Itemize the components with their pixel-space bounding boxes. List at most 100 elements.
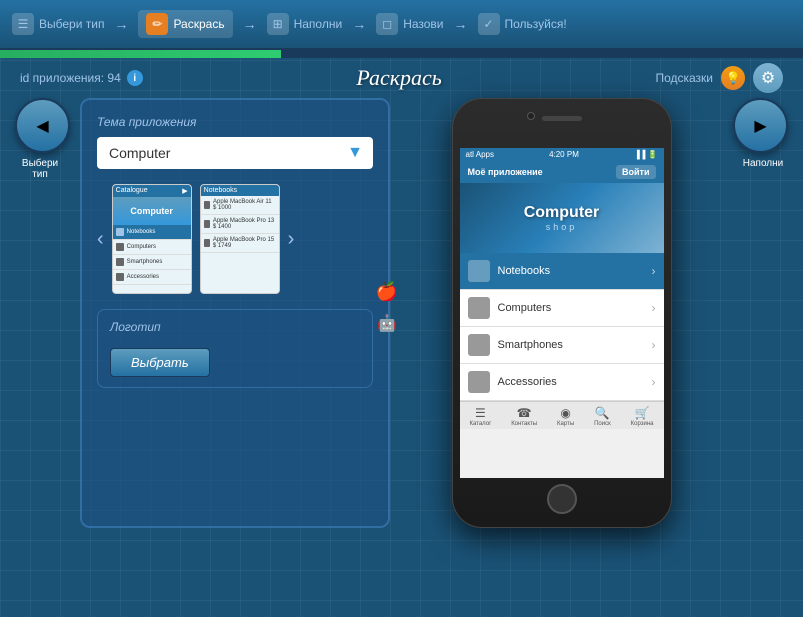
back-label: Выберитип: [22, 158, 58, 180]
tab-4[interactable]: 🛒 Корзина: [631, 406, 654, 427]
logo-section: Логотип Выбрать: [97, 309, 373, 388]
choose-logo-button[interactable]: Выбрать: [110, 348, 210, 377]
step-arrow-1: →: [114, 16, 128, 32]
thumbnails-container: Catalogue▶ Computer Notebooks Computers: [112, 184, 280, 294]
menu-label-0: Notebooks: [498, 265, 644, 277]
top-navigation-bar: ☰ Выбери тип → ✏ Раскрась → ⊞ Наполни → …: [0, 0, 803, 50]
apple-icon: 🍎: [375, 279, 399, 303]
step-arrow-3: →: [352, 16, 366, 32]
step4-icon: ◻: [376, 13, 398, 35]
workspace: ◀ Выберитип Тема приложения Computer Fas…: [0, 98, 803, 528]
menu-icon-1: [468, 297, 490, 319]
hint-button[interactable]: 💡: [721, 66, 745, 90]
thumb1-icon-2: [116, 243, 124, 251]
step-arrow-2: →: [243, 16, 257, 32]
thumb1-row-2: Computers: [113, 240, 191, 255]
menu-item-0[interactable]: Notebooks ›: [460, 253, 664, 290]
phone-camera: [527, 112, 535, 120]
phone-app-title: Моё приложение: [468, 167, 543, 177]
thumb2-icon-1: [204, 201, 210, 209]
phone-home-button[interactable]: [547, 484, 577, 514]
thumb1-row-4: Accessories: [113, 270, 191, 285]
tab-3[interactable]: 🔍 Поиск: [594, 406, 611, 427]
menu-arrow-3: ›: [652, 375, 656, 389]
thumb1-icon-1: [116, 228, 124, 236]
step5-icon: ✓: [478, 13, 500, 35]
menu-icon-3: [468, 371, 490, 393]
menu-arrow-2: ›: [652, 338, 656, 352]
tab-1[interactable]: ☎ Контакты: [511, 406, 537, 427]
status-left: atl Apps: [466, 150, 494, 159]
menu-label-1: Computers: [498, 302, 644, 314]
thumb2-row-1: Apple MacBook Air 11 $ 1000: [201, 196, 279, 215]
menu-item-2[interactable]: Smartphones ›: [460, 327, 664, 364]
tab-label-2: Карты: [557, 421, 574, 427]
phone-speaker: [542, 116, 582, 121]
thumb1-icon-4: [116, 273, 124, 281]
step3-item[interactable]: ⊞ Наполни: [267, 13, 343, 35]
menu-item-3[interactable]: Accessories ›: [460, 364, 664, 401]
settings-button[interactable]: ⚙: [753, 63, 783, 93]
page-title: Раскрась: [356, 65, 441, 91]
hints-area: Подсказки 💡 ⚙: [655, 63, 783, 93]
step5-label: Пользуйся!: [505, 17, 567, 31]
menu-arrow-1: ›: [652, 301, 656, 315]
hints-label: Подсказки: [655, 71, 713, 85]
step4-item[interactable]: ◻ Назови: [376, 13, 443, 35]
thumb-next-arrow[interactable]: ›: [288, 228, 295, 251]
thumb1-icon-3: [116, 258, 124, 266]
status-right: ▐▐ 🔋: [634, 150, 658, 159]
menu-arrow-0: ›: [652, 264, 656, 278]
step2-icon: ✏: [146, 13, 168, 35]
phone-menu-list: Notebooks › Computers › Smartphones ›: [460, 253, 664, 401]
nav-left-section: ◀ Выберитип: [10, 98, 70, 528]
next-button[interactable]: ▶: [733, 98, 788, 153]
app-id-text: id приложения: 94: [20, 71, 121, 85]
tab-2[interactable]: ◉ Карты: [557, 406, 574, 427]
step4-label: Назови: [403, 17, 443, 31]
tab-0[interactable]: ☰ Каталог: [469, 406, 491, 427]
theme-select-wrapper: Computer Fashion Food ▼: [97, 137, 373, 169]
thumb2-rows: Apple MacBook Air 11 $ 1000 Apple MacBoo…: [201, 196, 279, 253]
thumb1-row-1: Notebooks: [113, 225, 191, 240]
thumb1-header: Catalogue▶: [113, 185, 191, 197]
app-id-area: id приложения: 94 i: [20, 70, 143, 86]
phone-login-btn[interactable]: Войти: [616, 165, 655, 179]
phone-nav-bar: Моё приложение Войти: [460, 161, 664, 183]
step1-item[interactable]: ☰ Выбери тип: [12, 13, 104, 35]
phone-hero-content: Computer shop: [524, 204, 600, 232]
phone-hero-sub: shop: [524, 222, 600, 232]
phone-hero-title: Computer: [524, 204, 600, 222]
thumb2-icon-2: [204, 220, 210, 228]
step1-icon: ☰: [12, 13, 34, 35]
step2-item[interactable]: ✏ Раскрась: [138, 10, 232, 38]
step3-icon: ⊞: [267, 13, 289, 35]
theme-select[interactable]: Computer Fashion Food: [97, 137, 373, 169]
phone-tab-bar: ☰ Каталог ☎ Контакты ◉ Карты 🔍 Поиск: [460, 401, 664, 429]
editor-panel: Тема приложения Computer Fashion Food ▼ …: [80, 98, 390, 528]
status-center: 4:20 PM: [549, 150, 579, 159]
step3-label: Наполни: [294, 17, 343, 31]
next-label: Наполни: [743, 158, 783, 169]
thumbnail-1[interactable]: Catalogue▶ Computer Notebooks Computers: [112, 184, 192, 294]
step1-label: Выбери тип: [39, 17, 104, 31]
menu-label-3: Accessories: [498, 376, 644, 388]
back-button[interactable]: ◀: [15, 98, 70, 153]
tab-icon-4: 🛒: [635, 406, 650, 420]
left-arrow-icon: ◀: [36, 116, 48, 136]
step5-item[interactable]: ✓ Пользуйся!: [478, 13, 567, 35]
thumb2-row-3: Apple MacBook Pro 15 $ 1749: [201, 234, 279, 253]
tab-label-4: Корзина: [631, 421, 654, 427]
thumb-prev-arrow[interactable]: ‹: [97, 228, 104, 251]
info-icon[interactable]: i: [127, 70, 143, 86]
menu-icon-2: [468, 334, 490, 356]
nav-right-section: ▶ Наполни: [733, 98, 793, 528]
thumb2-header: Notebooks: [201, 185, 279, 196]
phone-hero: Computer shop: [460, 183, 664, 253]
menu-item-1[interactable]: Computers ›: [460, 290, 664, 327]
thumb1-hero: Computer: [113, 197, 191, 225]
phone-frame: atl Apps 4:20 PM ▐▐ 🔋 Моё приложение Вой…: [452, 98, 672, 528]
thumb1-rows: Notebooks Computers Smartphones Acc: [113, 225, 191, 285]
right-arrow-icon: ▶: [754, 116, 766, 136]
thumbnail-2[interactable]: Notebooks Apple MacBook Air 11 $ 1000 Ap…: [200, 184, 280, 294]
